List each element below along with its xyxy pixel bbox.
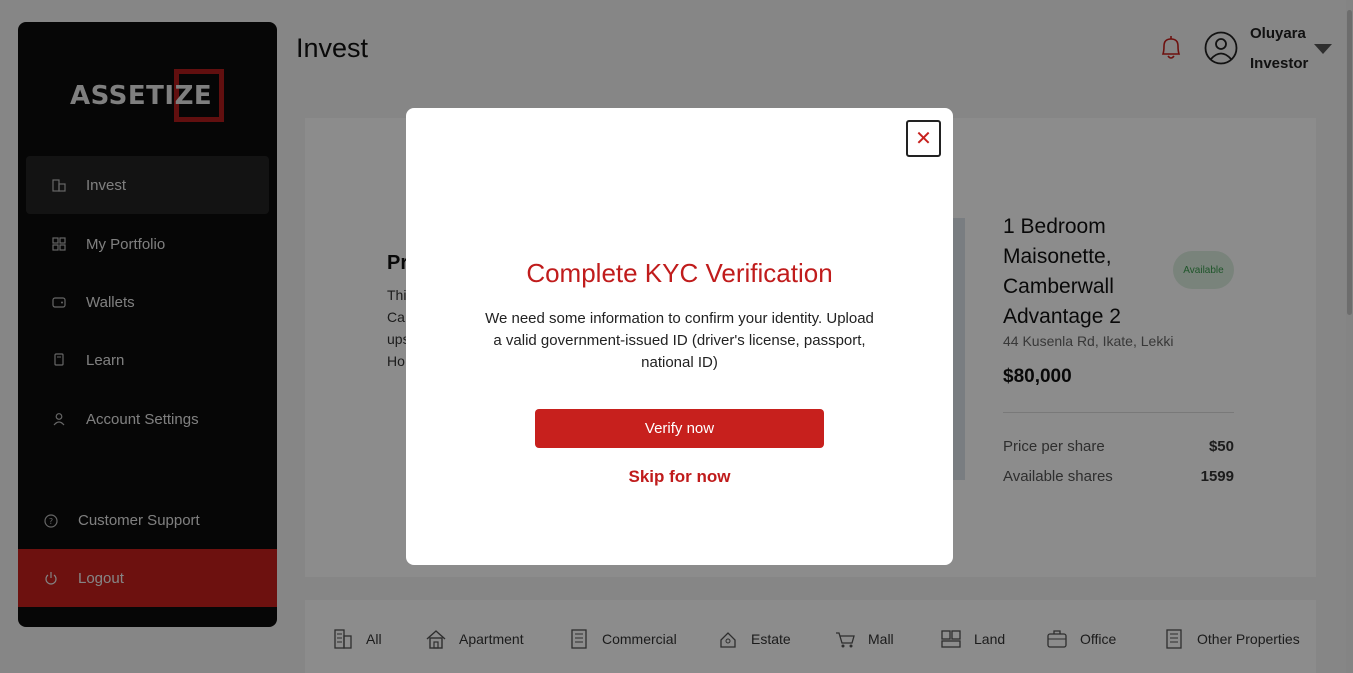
verify-now-button[interactable]: Verify now xyxy=(535,409,824,448)
modal-body: We need some information to confirm your… xyxy=(485,310,874,371)
kyc-modal: ✕ Complete KYC Verification We need some… xyxy=(406,108,953,565)
modal-title: Complete KYC Verification xyxy=(526,258,833,288)
skip-for-now-link[interactable]: Skip for now xyxy=(406,467,953,487)
close-button[interactable]: ✕ xyxy=(906,120,941,157)
